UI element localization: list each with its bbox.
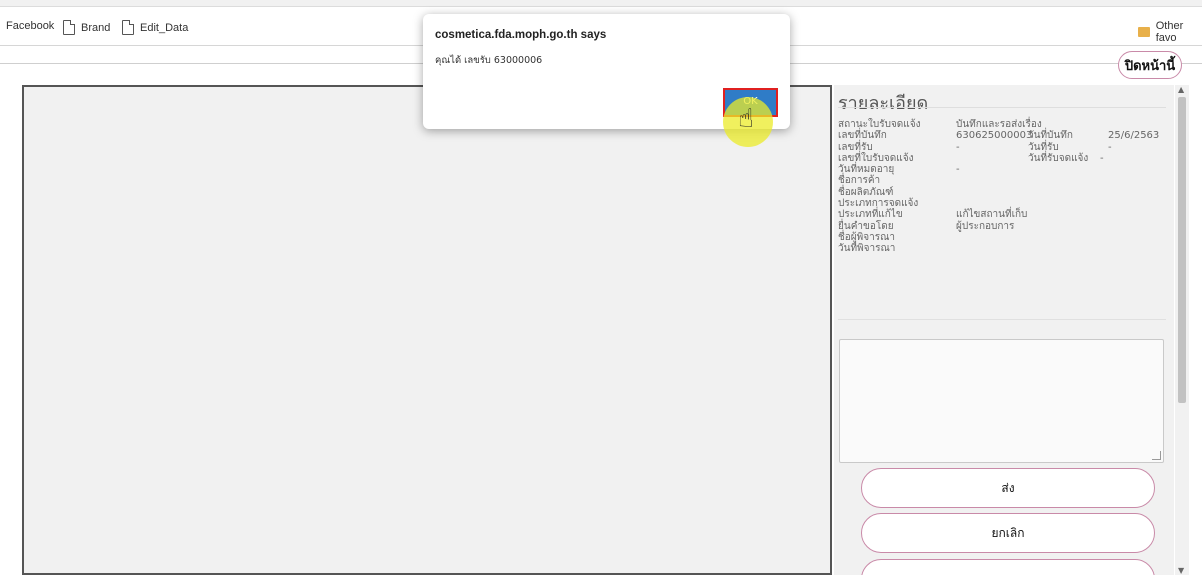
bookmark-label: Facebook [6, 20, 55, 32]
detail-label-2: วันที่รับ [1028, 141, 1059, 153]
scroll-thumb[interactable] [1178, 97, 1186, 403]
bookmark-other-favorites[interactable]: Other favo [1138, 20, 1202, 44]
detail-label: เลขที่บันทึก [838, 130, 887, 142]
detail-row: วันที่หมดอายุ - [838, 164, 1168, 175]
send-button[interactable]: ส่ง [861, 468, 1155, 508]
dialog-title: cosmetica.fda.moph.go.th says [435, 29, 607, 41]
detail-value: 630625000003 [956, 130, 1033, 142]
page-icon [122, 20, 134, 35]
detail-row: ชื่อผู้พิจารณา [838, 232, 1168, 243]
bookmark-label: Edit_Data [140, 21, 189, 34]
bookmark-label: Brand [81, 21, 111, 34]
browser-top-edge [0, 0, 1202, 7]
panel-title: รายละเอียด [838, 93, 929, 114]
detail-row: ยื่นคำขอโดย ผู้ประกอบการ [838, 221, 1168, 232]
detail-label: ชื่อการค้า [838, 175, 881, 187]
detail-row: ประเภทที่แก้ไข แก้ไขสถานที่เก็บ [838, 209, 1168, 220]
detail-row: เลขที่รับ - วันที่รับ - [838, 142, 1168, 153]
detail-row: สถานะใบรับจดแจ้ง บันทึกและรอส่งเรื่อง [838, 119, 1168, 130]
detail-value: แก้ไขสถานที่เก็บ [956, 209, 1028, 221]
more-button[interactable] [861, 559, 1155, 575]
detail-label: เลขที่รับ [838, 141, 873, 153]
detail-value-2: - [1108, 141, 1112, 153]
detail-row: ชื่อผลิตภัณฑ์ [838, 187, 1168, 198]
detail-row: ชื่อการค้า [838, 175, 1168, 186]
detail-label: สถานะใบรับจดแจ้ง [838, 119, 921, 130]
detail-value-2: - [1100, 152, 1104, 164]
detail-row: ประเภทการจดแจ้ง [838, 198, 1168, 209]
detail-label: วันที่หมดอายุ [838, 164, 895, 176]
detail-value: ผู้ประกอบการ [956, 220, 1015, 232]
remark-textarea[interactable] [839, 339, 1164, 463]
detail-label-2: วันที่บันทึก [1028, 130, 1073, 142]
bookmark-edit-data[interactable]: Edit_Data [122, 20, 188, 35]
detail-label: ชื่อผลิตภัณฑ์ [838, 186, 894, 198]
detail-value: - [956, 164, 960, 176]
bookmark-brand[interactable]: Brand [63, 20, 110, 35]
detail-label: ชื่อผู้พิจารณา [838, 231, 895, 243]
detail-label: วันที่พิจารณา [838, 243, 896, 255]
detail-label: เลขที่ใบรับจดแจ้ง [838, 152, 914, 164]
resize-grip-icon[interactable] [1152, 451, 1161, 460]
bookmark-label: Other favo [1155, 20, 1184, 44]
section-divider [838, 319, 1166, 320]
bookmark-facebook[interactable]: Facebook [6, 20, 54, 32]
detail-value-2: 25/6/2563 [1108, 130, 1160, 142]
close-page-button[interactable]: ปิดหน้านี้ [1118, 51, 1182, 79]
panel-title-divider [838, 107, 1166, 108]
cancel-button[interactable]: ยกเลิก [861, 513, 1155, 553]
detail-value: - [956, 141, 960, 153]
detail-row: เลขที่บันทึก 630625000003 วันที่บันทึก 2… [838, 130, 1168, 141]
hand-pointer-icon: ☝ [738, 104, 754, 134]
panel-scrollbar[interactable]: ▲ ▼ [1175, 85, 1189, 575]
detail-label: ประเภทการจดแจ้ง [838, 198, 919, 210]
details-list: สถานะใบรับจดแจ้ง บันทึกและรอส่งเรื่อง เล… [838, 119, 1168, 255]
dialog-message: คุณได้ เลขรับ 63000006 [435, 55, 543, 66]
scroll-up-icon[interactable]: ▲ [1178, 85, 1184, 94]
details-panel: รายละเอียด สถานะใบรับจดแจ้ง บันทึกและรอส… [834, 85, 1174, 575]
detail-label: ประเภทที่แก้ไข [838, 209, 903, 221]
detail-label: ยื่นคำขอโดย [838, 220, 894, 232]
detail-row: วันที่พิจารณา [838, 243, 1168, 254]
content-frame [22, 85, 832, 575]
detail-value: บันทึกและรอส่งเรื่อง [956, 119, 1042, 130]
detail-label-2: วันที่รับจดแจ้ง [1028, 152, 1089, 164]
folder-icon [1138, 27, 1150, 37]
scroll-down-icon[interactable]: ▼ [1178, 566, 1184, 575]
detail-row: เลขที่ใบรับจดแจ้ง วันที่รับจดแจ้ง - [838, 153, 1168, 164]
page-icon [63, 20, 75, 35]
